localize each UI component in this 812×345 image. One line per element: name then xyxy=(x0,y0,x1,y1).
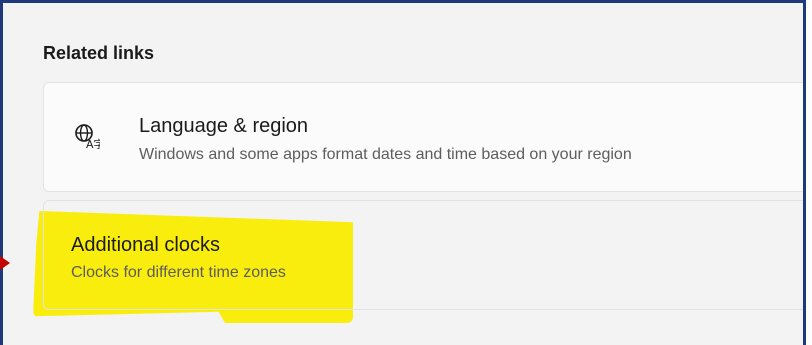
language-region-subtitle: Windows and some apps format dates and t… xyxy=(139,146,632,163)
additional-clocks-subtitle: Clocks for different time zones xyxy=(71,264,286,281)
globe-language-icon: A字 xyxy=(75,124,100,149)
screenshot-frame: Related links A字 Language & region Windo… xyxy=(0,0,806,345)
related-links-heading: Related links xyxy=(43,43,155,63)
language-region-link[interactable]: A字 Language & region Windows and some ap… xyxy=(43,82,803,192)
additional-clocks-title: Additional clocks xyxy=(71,234,220,256)
additional-clocks-link[interactable]: Additional clocks Clocks for different t… xyxy=(43,200,803,310)
svg-text:A字: A字 xyxy=(86,137,100,149)
language-region-title: Language & region xyxy=(139,115,309,137)
red-arrow-icon xyxy=(0,256,10,270)
